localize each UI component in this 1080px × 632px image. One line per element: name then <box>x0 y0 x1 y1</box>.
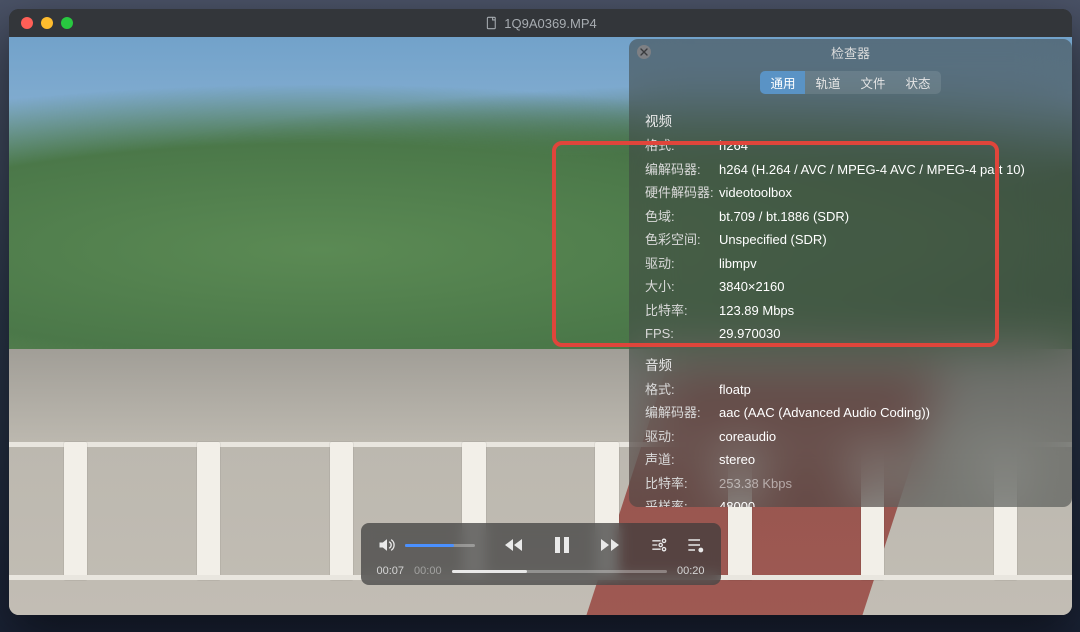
value: 48000 <box>719 497 755 507</box>
maximize-button[interactable] <box>61 17 73 29</box>
tab-file[interactable]: 文件 <box>851 71 896 94</box>
label: 声道: <box>645 450 719 470</box>
traffic-lights <box>9 17 73 29</box>
volume-icon[interactable] <box>377 535 397 555</box>
tab-general[interactable]: 通用 <box>760 71 805 94</box>
label: 采样率: <box>645 497 719 507</box>
playlist-icon[interactable] <box>685 535 705 555</box>
playback-controls: 00:07 00:00 00:20 <box>361 523 721 585</box>
tab-status[interactable]: 状态 <box>896 71 941 94</box>
close-button[interactable] <box>21 17 33 29</box>
play-pause-button[interactable] <box>550 533 574 557</box>
inspector-panel: 检查器 通用 轨道 文件 状态 视频 格式:h264 编解码器:h264 (H.… <box>629 39 1072 507</box>
label: FPS: <box>645 324 719 344</box>
value: videotoolbox <box>719 183 792 203</box>
value: Unspecified (SDR) <box>719 230 827 250</box>
titlebar[interactable]: 1Q9A0369.MP4 <box>9 9 1072 37</box>
label: 驱动: <box>645 427 719 447</box>
close-icon[interactable] <box>637 45 651 59</box>
volume-slider[interactable] <box>405 544 475 547</box>
time-total: 00:20 <box>677 565 705 577</box>
label: 色彩空间: <box>645 230 719 250</box>
document-icon <box>484 16 498 30</box>
label: 比特率: <box>645 474 719 494</box>
inspector-titlebar[interactable]: 检查器 <box>629 39 1072 65</box>
forward-button[interactable] <box>598 533 622 557</box>
window-title-text: 1Q9A0369.MP4 <box>504 16 597 31</box>
value: libmpv <box>719 254 757 274</box>
value: coreaudio <box>719 427 776 447</box>
label: 格式: <box>645 136 719 156</box>
rewind-button[interactable] <box>502 533 526 557</box>
value: 29.970030 <box>719 324 780 344</box>
label: 色域: <box>645 207 719 227</box>
inspector-tabs: 通用 轨道 文件 状态 <box>629 71 1072 94</box>
audio-section-heading: 音频 <box>629 346 1072 378</box>
window-title: 1Q9A0369.MP4 <box>484 16 597 31</box>
value: aac (AAC (Advanced Audio Coding)) <box>719 403 930 423</box>
label: 编解码器: <box>645 403 719 423</box>
tab-tracks[interactable]: 轨道 <box>805 71 850 94</box>
time-current: 00:07 <box>377 565 405 577</box>
value: h264 (H.264 / AVC / MPEG-4 AVC / MPEG-4 … <box>719 160 1025 180</box>
value: 123.89 Mbps <box>719 301 794 321</box>
label: 编解码器: <box>645 160 719 180</box>
label: 大小: <box>645 277 719 297</box>
value: bt.709 / bt.1886 (SDR) <box>719 207 849 227</box>
label: 硬件解码器: <box>645 183 719 203</box>
settings-icon[interactable] <box>649 535 669 555</box>
inspector-title: 检查器 <box>831 43 870 62</box>
value: stereo <box>719 450 755 470</box>
value: floatp <box>719 380 751 400</box>
minimize-button[interactable] <box>41 17 53 29</box>
value: 3840×2160 <box>719 277 784 297</box>
label: 比特率: <box>645 301 719 321</box>
value: 253.38 Kbps <box>719 474 792 494</box>
value: h264 <box>719 136 748 156</box>
time-start: 00:00 <box>414 565 442 577</box>
label: 格式: <box>645 380 719 400</box>
progress-slider[interactable] <box>452 570 667 573</box>
video-section-heading: 视频 <box>629 102 1072 134</box>
label: 驱动: <box>645 254 719 274</box>
